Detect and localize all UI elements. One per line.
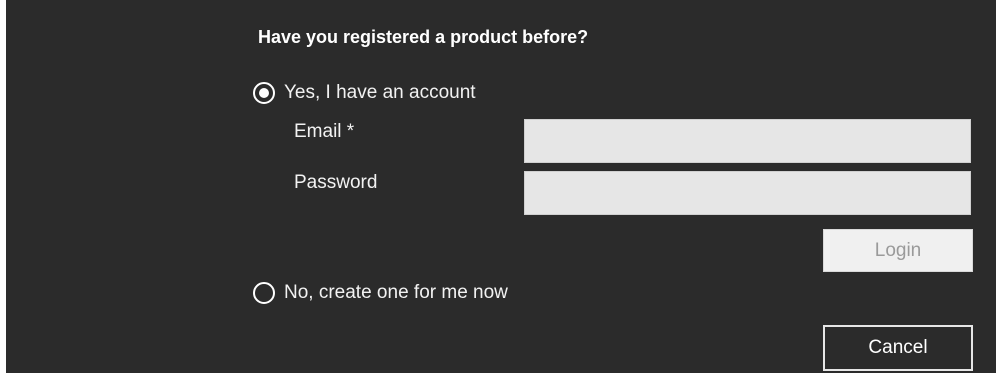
password-field[interactable]	[524, 171, 971, 215]
dialog-heading: Have you registered a product before?	[258, 27, 589, 47]
email-label: Email *	[294, 121, 355, 142]
password-label: Password	[294, 172, 378, 193]
email-field[interactable]	[524, 119, 971, 163]
cancel-button[interactable]: Cancel	[823, 325, 973, 371]
registration-dialog: Have you registered a product before? Ye…	[6, 0, 996, 373]
radio-option-no-label[interactable]: No, create one for me now	[284, 282, 508, 304]
radio-option-yes-label[interactable]: Yes, I have an account	[284, 82, 476, 104]
radio-option-no[interactable]: No, create one for me now	[253, 282, 508, 304]
radio-option-yes[interactable]: Yes, I have an account	[253, 82, 476, 104]
radio-unselected-icon[interactable]	[253, 282, 275, 304]
radio-selected-icon[interactable]	[253, 82, 275, 104]
login-button[interactable]: Login	[823, 229, 973, 272]
